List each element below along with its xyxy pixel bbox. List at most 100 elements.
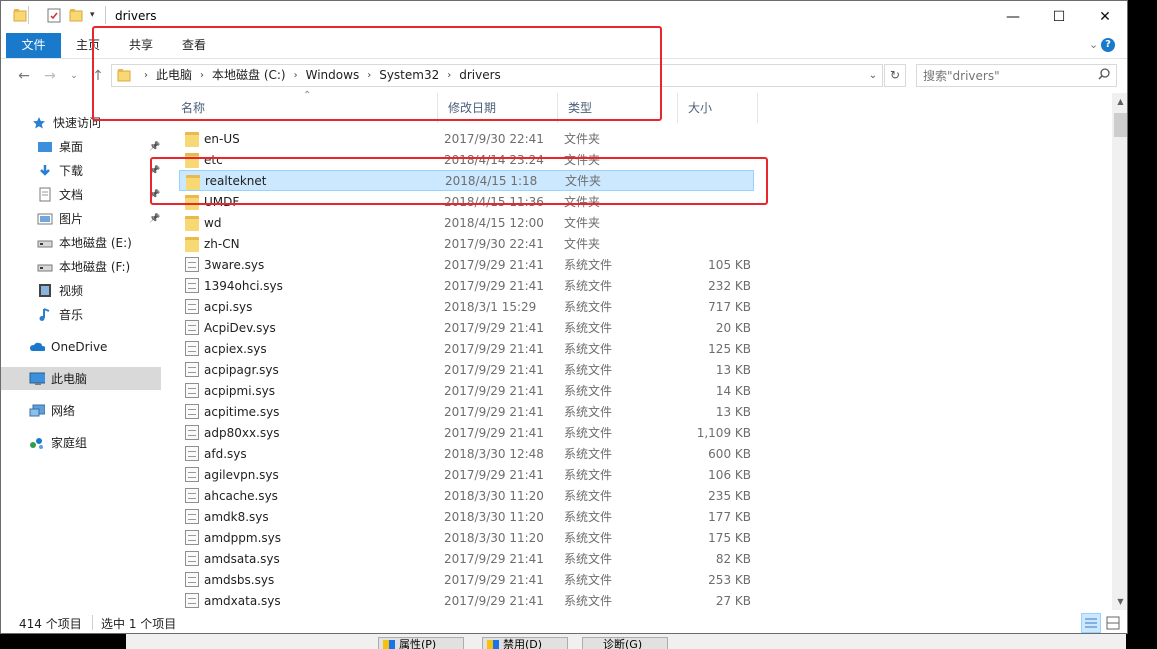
folder-row[interactable]: en-US 2017/9/30 22:41 文件夹	[179, 128, 754, 149]
file-row[interactable]: acpi.sys 2018/3/1 15:29 系统文件 717 KB	[179, 296, 754, 317]
breadcrumb-separator[interactable]: ›	[140, 65, 152, 86]
file-row[interactable]: amdppm.sys 2018/3/30 11:20 系统文件 175 KB	[179, 527, 754, 548]
file-row[interactable]: ahcache.sys 2018/3/30 11:20 系统文件 235 KB	[179, 485, 754, 506]
properties-quick-access-icon[interactable]	[47, 8, 61, 26]
column-header-date[interactable]: 修改日期	[438, 93, 558, 123]
sidebar-item-document[interactable]: 文档 📌	[1, 183, 161, 206]
file-name: etc	[204, 152, 223, 167]
scroll-thumb[interactable]	[1114, 113, 1127, 137]
pin-icon[interactable]: 📌	[149, 166, 160, 176]
sidebar-item-homegroup[interactable]: 家庭组	[1, 431, 161, 454]
pin-icon[interactable]: 📌	[149, 142, 160, 152]
tab-home[interactable]: 主页	[72, 33, 104, 58]
sidebar-item-desktop[interactable]: 桌面 📌	[1, 135, 161, 158]
file-row[interactable]: afd.sys 2018/3/30 12:48 系统文件 600 KB	[179, 443, 754, 464]
search-box[interactable]	[916, 64, 1117, 87]
file-row[interactable]: amdk8.sys 2018/3/30 11:20 系统文件 177 KB	[179, 506, 754, 527]
diagnose-button[interactable]: 诊断(G)	[582, 637, 668, 649]
system-file-icon	[185, 320, 199, 335]
breadcrumb-separator[interactable]: ›	[290, 65, 302, 86]
breadcrumb-local-disk-c[interactable]: 本地磁盘 (C:)	[208, 65, 290, 86]
breadcrumb-separator[interactable]: ›	[443, 65, 455, 86]
file-row[interactable]: 1394ohci.sys 2017/9/29 21:41 系统文件 232 KB	[179, 275, 754, 296]
column-header-name[interactable]: 名称	[171, 93, 438, 123]
minimize-button[interactable]: —	[990, 1, 1036, 33]
up-arrow-icon[interactable]: ↑	[89, 67, 107, 85]
file-row[interactable]: acpiex.sys 2017/9/29 21:41 系统文件 125 KB	[179, 338, 754, 359]
vertical-scrollbar[interactable]: ▲ ▼	[1112, 93, 1127, 610]
file-size: 232 KB	[708, 278, 751, 293]
file-date: 2018/3/30 11:20	[444, 488, 544, 503]
breadcrumb-system32[interactable]: System32	[375, 65, 443, 86]
scroll-up-icon[interactable]: ▲	[1112, 93, 1127, 110]
breadcrumb-this-pc[interactable]: 此电脑	[152, 65, 196, 86]
search-icon[interactable]	[1098, 68, 1110, 83]
file-date: 2018/3/30 11:20	[444, 509, 544, 524]
details-view-icon[interactable]	[1081, 613, 1101, 633]
properties-button[interactable]: 属性(P)	[378, 637, 464, 649]
folder-icon	[185, 132, 199, 147]
file-row[interactable]: amdxata.sys 2017/9/29 21:41 系统文件 27 KB	[179, 590, 754, 611]
tab-view[interactable]: 查看	[178, 33, 210, 58]
sidebar-item-star[interactable]: 快速访问	[1, 111, 161, 134]
file-name: 1394ohci.sys	[204, 278, 283, 293]
pin-icon[interactable]: 📌	[149, 214, 160, 224]
recent-locations-icon[interactable]: ⌄	[65, 67, 83, 85]
sidebar-item-picture[interactable]: 图片 📌	[1, 207, 161, 230]
maximize-button[interactable]: ☐	[1036, 1, 1082, 33]
sidebar-item-network[interactable]: 网络	[1, 399, 161, 422]
disable-button[interactable]: 禁用(D)	[482, 637, 568, 649]
breadcrumb-drivers[interactable]: drivers	[455, 65, 505, 86]
folder-row[interactable]: realteknet 2018/4/15 1:18 文件夹	[179, 170, 754, 191]
sidebar-item-computer[interactable]: 此电脑	[1, 367, 161, 390]
column-header-type[interactable]: 类型	[558, 93, 678, 123]
breadcrumb-separator[interactable]: ›	[363, 65, 375, 86]
status-bar: 414 个项目 选中 1 个项目	[1, 610, 1127, 633]
folder-row[interactable]: UMDF 2018/4/15 11:36 文件夹	[179, 191, 754, 212]
system-file-icon	[185, 278, 199, 293]
file-row[interactable]: 3ware.sys 2017/9/29 21:41 系统文件 105 KB	[179, 254, 754, 275]
refresh-icon[interactable]: ↻	[884, 64, 906, 87]
sidebar-item-drive[interactable]: 本地磁盘 (F:)	[1, 255, 161, 278]
breadcrumb-windows[interactable]: Windows	[302, 65, 364, 86]
help-icon[interactable]: ?	[1101, 38, 1115, 52]
large-icons-view-icon[interactable]	[1103, 613, 1123, 633]
folder-row[interactable]: wd 2018/4/15 12:00 文件夹	[179, 212, 754, 233]
file-row[interactable]: AcpiDev.sys 2017/9/29 21:41 系统文件 20 KB	[179, 317, 754, 338]
expand-ribbon-icon[interactable]: ⌄	[1089, 38, 1098, 51]
file-list: ⌃ 名称 修改日期 类型 大小 en-US 2017/9/30 22:41 文件夹 e…	[171, 90, 1116, 611]
file-name: 3ware.sys	[204, 257, 265, 272]
sidebar-item-drive[interactable]: 本地磁盘 (E:)	[1, 231, 161, 254]
sidebar-item-download[interactable]: 下载 📌	[1, 159, 161, 182]
file-row[interactable]: acpipagr.sys 2017/9/29 21:41 系统文件 13 KB	[179, 359, 754, 380]
scroll-down-icon[interactable]: ▼	[1112, 593, 1127, 610]
sidebar-item-video[interactable]: 视频	[1, 279, 161, 302]
forward-arrow-icon[interactable]: →	[41, 67, 59, 85]
sidebar-item-cloud[interactable]: OneDrive	[1, 335, 161, 358]
file-row[interactable]: acpipmi.sys 2017/9/29 21:41 系统文件 14 KB	[179, 380, 754, 401]
sidebar-item-music[interactable]: 音乐	[1, 303, 161, 326]
file-row[interactable]: acpitime.sys 2017/9/29 21:41 系统文件 13 KB	[179, 401, 754, 422]
computer-icon	[29, 371, 45, 387]
search-input[interactable]	[923, 67, 1093, 84]
back-arrow-icon[interactable]: ←	[15, 67, 33, 85]
file-row[interactable]: amdsbs.sys 2017/9/29 21:41 系统文件 253 KB	[179, 569, 754, 590]
column-header-size[interactable]: 大小	[678, 93, 758, 123]
breadcrumb-separator[interactable]: ›	[196, 65, 208, 86]
customize-quick-access-icon[interactable]: ▾	[90, 10, 95, 20]
file-name: adp80xx.sys	[204, 425, 280, 440]
file-size: 105 KB	[708, 257, 751, 272]
file-row[interactable]: adp80xx.sys 2017/9/29 21:41 系统文件 1,109 KB	[179, 422, 754, 443]
new-folder-quick-access-icon[interactable]	[69, 8, 83, 25]
address-dropdown-icon[interactable]: ⌄	[865, 65, 881, 86]
folder-row[interactable]: zh-CN 2017/9/30 22:41 文件夹	[179, 233, 754, 254]
system-file-icon	[185, 467, 199, 482]
pin-icon[interactable]: 📌	[149, 190, 160, 200]
file-row[interactable]: amdsata.sys 2017/9/29 21:41 系统文件 82 KB	[179, 548, 754, 569]
file-row[interactable]: agilevpn.sys 2017/9/29 21:41 系统文件 106 KB	[179, 464, 754, 485]
tab-share[interactable]: 共享	[125, 33, 157, 58]
close-button[interactable]: ✕	[1082, 1, 1127, 33]
tab-file[interactable]: 文件	[6, 33, 61, 58]
address-bar[interactable]: › 此电脑 › 本地磁盘 (C:) › Windows › System32 ›…	[111, 64, 883, 87]
folder-row[interactable]: etc 2018/4/14 23:24 文件夹	[179, 149, 754, 170]
